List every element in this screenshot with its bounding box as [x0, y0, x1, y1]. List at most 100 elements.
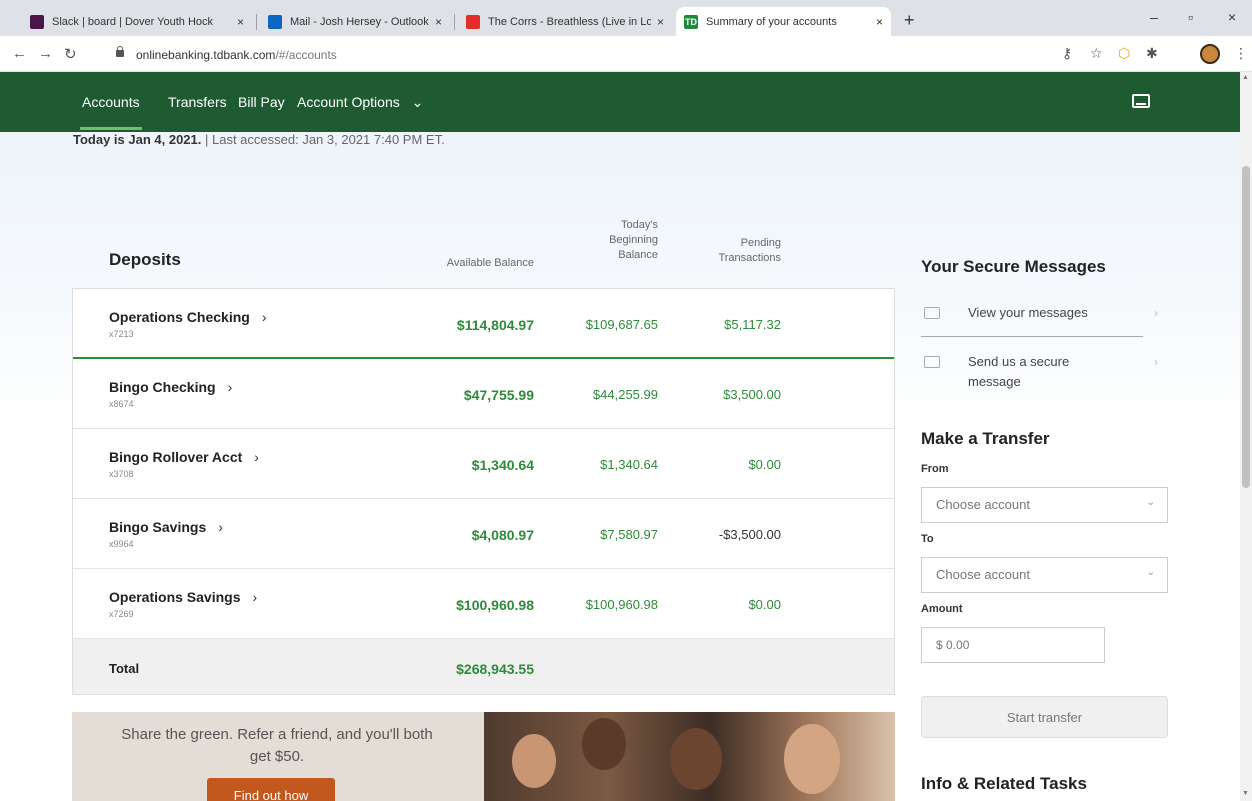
scroll-down-arrow-icon[interactable]: ▼ [1242, 790, 1249, 797]
beginning-balance: $100,960.98 [585, 597, 658, 612]
youtube-icon [466, 14, 480, 29]
puzzle-extensions-icon[interactable]: ✱ [1146, 45, 1158, 62]
start-transfer-button[interactable]: Start transfer [921, 696, 1168, 738]
available-balance: $114,804.97 [456, 317, 534, 333]
account-name-link[interactable]: Bingo Rollover Acct › [109, 449, 259, 465]
from-select-value: Choose account [936, 497, 1030, 512]
make-transfer-title: Make a Transfer [921, 429, 1050, 448]
star-icon[interactable]: ☆ [1090, 45, 1103, 62]
promo-photo-person [582, 718, 626, 770]
scrollbar-thumb[interactable] [1242, 166, 1250, 488]
tab-close-icon[interactable]: × [435, 15, 442, 29]
send-secure-message-link[interactable]: Send us a secure message › [921, 352, 1171, 392]
account-name-link[interactable]: Operations Savings › [109, 589, 257, 605]
browser-tab-youtube[interactable]: The Corrs - Breathless (Live in Lo × [458, 7, 672, 36]
outlook-icon [268, 14, 282, 29]
chevron-down-icon: ⌄ [411, 94, 424, 110]
browser-toolbar: ← → ↻ onlinebanking.tdbank.com/#/account… [0, 36, 1252, 72]
maximize-icon[interactable]: ▫ [1188, 9, 1193, 25]
back-arrow-icon[interactable]: ← [12, 45, 27, 62]
account-row[interactable]: Operations Savings › x7269 $100,960.98 $1… [73, 569, 894, 639]
account-row[interactable]: Operations Checking › x7213 $114,804.97 $… [73, 289, 894, 359]
col-beginning-line: Beginning [609, 234, 658, 246]
browser-tab-td-bank[interactable]: TD Summary of your accounts × [676, 7, 891, 36]
promo-photo-person [784, 724, 840, 794]
col-beginning-balance: Today's Beginning Balance [609, 218, 658, 263]
account-number: x8674 [109, 399, 134, 409]
close-window-icon[interactable]: × [1228, 9, 1236, 25]
to-account-select[interactable]: Choose account ⌄ [921, 557, 1168, 593]
account-name-link[interactable]: Bingo Savings › [109, 519, 223, 535]
pending-transactions: $3,500.00 [723, 387, 781, 402]
account-row[interactable]: Bingo Checking › x8674 $47,755.99 $44,255… [73, 359, 894, 429]
key-icon[interactable]: ⚷ [1062, 45, 1072, 62]
account-name: Operations Checking [109, 309, 250, 325]
tab-divider [256, 14, 257, 30]
slack-icon [30, 14, 44, 29]
account-number: x3708 [109, 469, 134, 479]
tab-title: The Corrs - Breathless (Live in Lo [488, 15, 651, 28]
menu-kebab-icon[interactable]: ⋮ [1234, 45, 1248, 62]
from-account-select[interactable]: Choose account ⌄ [921, 487, 1168, 523]
pending-transactions: $0.00 [748, 597, 781, 612]
account-name: Bingo Savings [109, 519, 207, 535]
send-message-label: Send us a secure message [968, 352, 1069, 392]
lock-icon[interactable] [116, 46, 124, 57]
last-accessed-text: | Last accessed: Jan 3, 2021 7:40 PM ET. [201, 132, 445, 147]
last-accessed-info: Today is Jan 4, 2021. | Last accessed: J… [73, 132, 445, 147]
account-row[interactable]: Bingo Rollover Acct › x3708 $1,340.64 $1,… [73, 429, 894, 499]
beginning-balance: $1,340.64 [600, 457, 658, 472]
url-path: /#/accounts [275, 48, 337, 62]
tab-close-icon[interactable]: × [876, 15, 883, 29]
reload-icon[interactable]: ↻ [64, 45, 77, 63]
available-balance: $100,960.98 [456, 597, 534, 613]
amount-input[interactable]: $ 0.00 [921, 627, 1105, 663]
promo-text: Share the green. Refer a friend, and you… [87, 724, 467, 768]
account-row[interactable]: Bingo Savings › x9964 $4,080.97 $7,580.97… [73, 499, 894, 569]
top-navigation: Accounts Transfers Bill Pay Account Opti… [0, 72, 1240, 132]
view-messages-link[interactable]: View your messages › [921, 303, 1171, 343]
secure-messages-title: Your Secure Messages [921, 257, 1106, 276]
chevron-right-icon: › [254, 449, 259, 465]
amount-label: Amount [921, 603, 963, 615]
today-date: Today is Jan 4, 2021. [73, 132, 202, 147]
browser-tab-outlook[interactable]: Mail - Josh Hersey - Outlook × [260, 7, 450, 36]
account-number: x7269 [109, 609, 134, 619]
new-tab-button[interactable]: + [904, 10, 915, 31]
envelope-icon [924, 307, 940, 319]
td-bank-icon: TD [684, 14, 698, 29]
account-name-link[interactable]: Operations Checking › [109, 309, 266, 325]
nav-bill-pay[interactable]: Bill Pay [238, 94, 285, 110]
tab-close-icon[interactable]: × [237, 15, 244, 29]
nav-account-options[interactable]: Account Options ⌄ [297, 94, 423, 111]
to-label: To [921, 533, 934, 545]
view-messages-label: View your messages [968, 305, 1088, 320]
nav-accounts[interactable]: Accounts [80, 94, 142, 130]
browser-tab-slack[interactable]: Slack | board | Dover Youth Hock × [22, 7, 252, 36]
nav-transfers[interactable]: Transfers [168, 94, 227, 110]
chevron-right-icon: › [252, 589, 258, 605]
pending-transactions: -$3,500.00 [718, 527, 781, 542]
extension-honey-icon[interactable]: ⬡ [1118, 45, 1130, 62]
total-value: $268,943.55 [456, 661, 534, 677]
from-label: From [921, 463, 949, 475]
nav-account-options-label: Account Options [297, 94, 400, 110]
main-content: Today is Jan 4, 2021. | Last accessed: J… [0, 132, 1240, 801]
chevron-right-icon: › [1154, 355, 1158, 369]
col-beginning-line: Today's [621, 219, 658, 231]
chevron-right-icon: › [227, 379, 233, 395]
minimize-icon[interactable]: – [1150, 9, 1158, 25]
profile-avatar[interactable] [1200, 44, 1220, 64]
find-out-how-button[interactable]: Find out how [207, 778, 335, 801]
url-domain: onlinebanking.tdbank.com [136, 48, 276, 62]
scroll-up-arrow-icon[interactable]: ▲ [1242, 74, 1249, 81]
account-name-link[interactable]: Bingo Checking › [109, 379, 232, 395]
tab-close-icon[interactable]: × [657, 15, 664, 29]
inbox-icon[interactable] [1132, 94, 1150, 108]
address-bar[interactable]: onlinebanking.tdbank.com/#/accounts [136, 48, 337, 62]
pending-transactions: $5,117.32 [724, 317, 781, 332]
page-scrollbar[interactable]: ▲ ▼ [1240, 72, 1252, 801]
beginning-balance: $44,255.99 [592, 387, 658, 402]
account-number: x9964 [109, 539, 134, 549]
forward-arrow-icon[interactable]: → [38, 45, 53, 62]
